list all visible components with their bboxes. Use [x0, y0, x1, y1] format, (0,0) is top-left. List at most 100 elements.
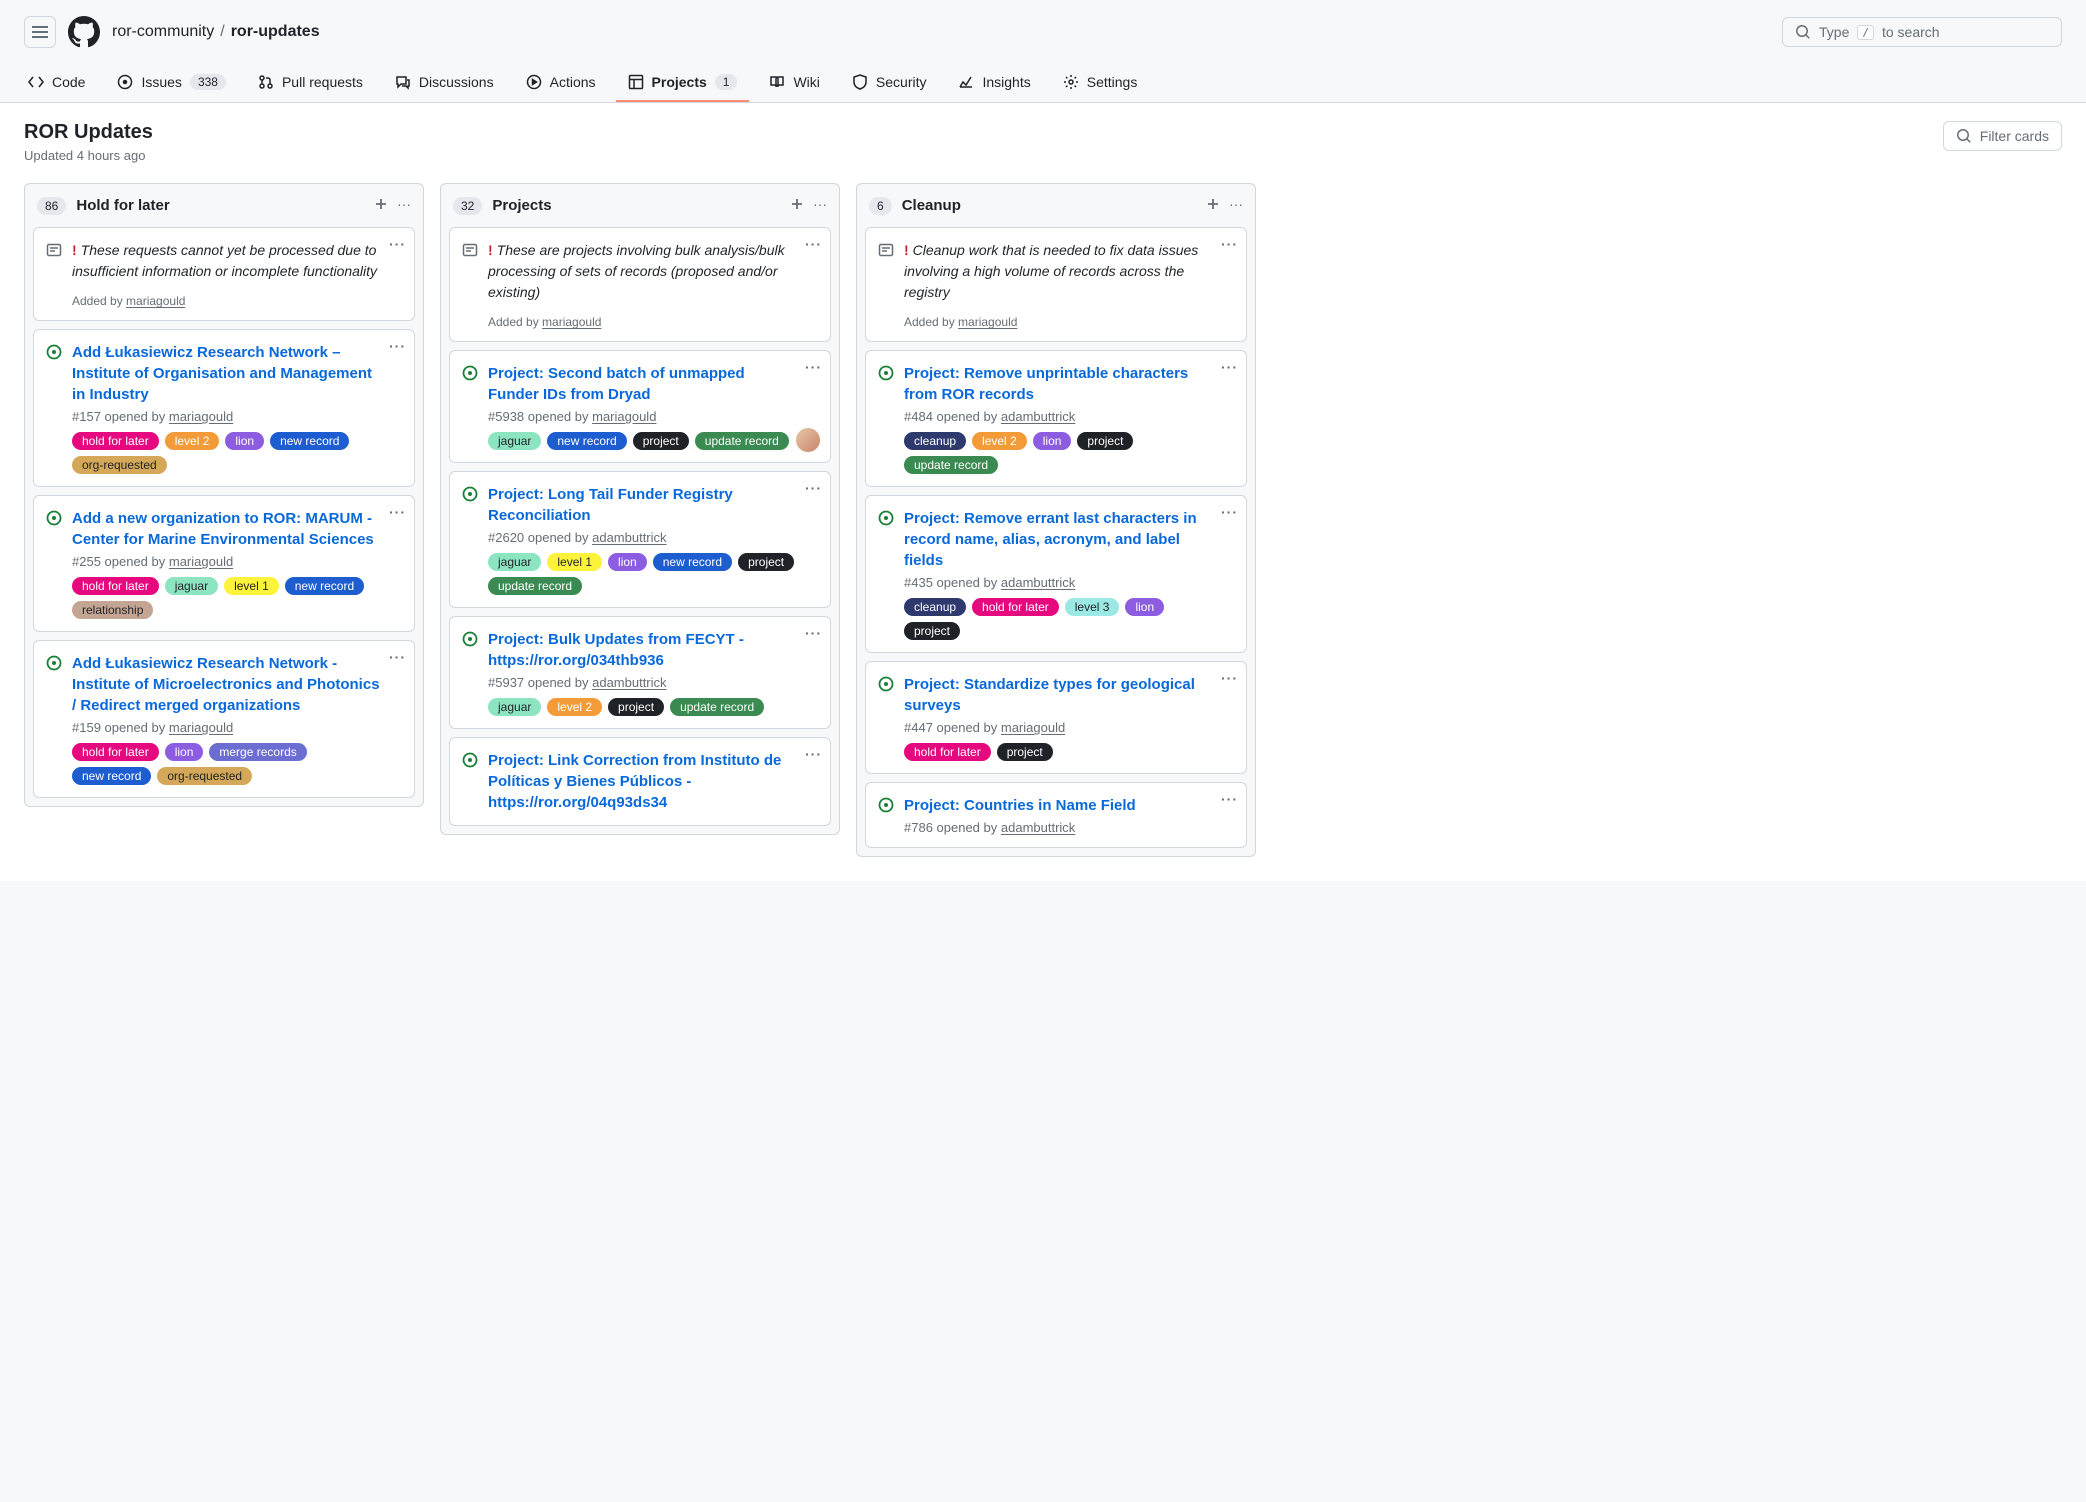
- label[interactable]: update record: [670, 698, 764, 716]
- add-card-button[interactable]: [1205, 196, 1221, 215]
- issue-title-link[interactable]: Project: Long Tail Funder Registry Recon…: [488, 486, 733, 524]
- tab-actions[interactable]: Actions: [514, 64, 608, 102]
- card-menu-button[interactable]: ···: [389, 236, 406, 252]
- column-menu-button[interactable]: ···: [1229, 196, 1243, 215]
- avatar[interactable]: [796, 428, 820, 452]
- label[interactable]: hold for later: [72, 432, 159, 450]
- label[interactable]: update record: [904, 456, 998, 474]
- label[interactable]: level 2: [972, 432, 1027, 450]
- label[interactable]: hold for later: [72, 577, 159, 595]
- breadcrumb-org[interactable]: ror-community: [112, 23, 214, 41]
- column-menu-button[interactable]: ···: [813, 196, 827, 215]
- label[interactable]: jaguar: [488, 553, 541, 571]
- search-input[interactable]: Type / to search: [1782, 17, 2062, 47]
- label[interactable]: level 2: [547, 698, 602, 716]
- github-logo-icon[interactable]: [68, 16, 100, 48]
- tab-discussions[interactable]: Discussions: [383, 64, 506, 102]
- issue-title-link[interactable]: Add a new organization to ROR: MARUM - C…: [72, 510, 374, 548]
- tab-pull-requests[interactable]: Pull requests: [246, 64, 375, 102]
- issue-title-link[interactable]: Project: Countries in Name Field: [904, 797, 1136, 814]
- issue-title-link[interactable]: Add Łukasiewicz Research Network - Insti…: [72, 655, 380, 714]
- label[interactable]: hold for later: [72, 743, 159, 761]
- label[interactable]: update record: [488, 577, 582, 595]
- issue-title-link[interactable]: Project: Remove errant last characters i…: [904, 510, 1197, 569]
- label[interactable]: jaguar: [165, 577, 218, 595]
- card-menu-button[interactable]: ···: [1221, 791, 1238, 807]
- card-menu-button[interactable]: ···: [1221, 359, 1238, 375]
- label[interactable]: new record: [72, 767, 151, 785]
- issue-author-link[interactable]: adambuttrick: [592, 675, 666, 690]
- hamburger-button[interactable]: [24, 16, 56, 48]
- label[interactable]: project: [997, 743, 1053, 761]
- breadcrumb-repo[interactable]: ror-updates: [231, 23, 320, 41]
- issue-title-link[interactable]: Project: Bulk Updates from FECYT - https…: [488, 631, 744, 669]
- card-menu-button[interactable]: ···: [805, 480, 822, 496]
- note-author-link[interactable]: mariagould: [542, 315, 601, 329]
- label[interactable]: new record: [547, 432, 626, 450]
- tab-wiki[interactable]: Wiki: [757, 64, 831, 102]
- label[interactable]: relationship: [72, 601, 153, 619]
- label[interactable]: lion: [165, 743, 204, 761]
- issue-author-link[interactable]: mariagould: [169, 409, 233, 424]
- tab-security[interactable]: Security: [840, 64, 939, 102]
- tab-projects[interactable]: Projects 1: [616, 64, 750, 102]
- label[interactable]: new record: [653, 553, 732, 571]
- card-menu-button[interactable]: ···: [805, 746, 822, 762]
- label[interactable]: cleanup: [904, 598, 966, 616]
- label[interactable]: hold for later: [904, 743, 991, 761]
- tab-issues[interactable]: Issues 338: [105, 64, 238, 102]
- label[interactable]: lion: [1125, 598, 1164, 616]
- label[interactable]: project: [633, 432, 689, 450]
- tab-settings[interactable]: Settings: [1051, 64, 1150, 102]
- issue-author-link[interactable]: adambuttrick: [1001, 409, 1075, 424]
- label[interactable]: level 1: [547, 553, 602, 571]
- card-menu-button[interactable]: ···: [389, 338, 406, 354]
- label[interactable]: update record: [695, 432, 789, 450]
- label[interactable]: level 1: [224, 577, 279, 595]
- label[interactable]: project: [738, 553, 794, 571]
- issue-title-link[interactable]: Project: Second batch of unmapped Funder…: [488, 365, 745, 403]
- label[interactable]: cleanup: [904, 432, 966, 450]
- add-card-button[interactable]: [789, 196, 805, 215]
- label[interactable]: org-requested: [72, 456, 167, 474]
- label[interactable]: hold for later: [972, 598, 1059, 616]
- label[interactable]: project: [1077, 432, 1133, 450]
- card-menu-button[interactable]: ···: [1221, 504, 1238, 520]
- issue-title-link[interactable]: Project: Standardize types for geologica…: [904, 676, 1195, 714]
- card-menu-button[interactable]: ···: [805, 625, 822, 641]
- tab-code[interactable]: Code: [16, 64, 97, 102]
- issue-author-link[interactable]: mariagould: [169, 720, 233, 735]
- label[interactable]: lion: [608, 553, 647, 571]
- column-menu-button[interactable]: ···: [397, 196, 411, 215]
- card-menu-button[interactable]: ···: [389, 504, 406, 520]
- note-author-link[interactable]: mariagould: [126, 294, 185, 308]
- card-menu-button[interactable]: ···: [1221, 670, 1238, 686]
- issue-author-link[interactable]: mariagould: [592, 409, 656, 424]
- issue-title-link[interactable]: Project: Link Correction from Instituto …: [488, 752, 781, 811]
- label[interactable]: org-requested: [157, 767, 252, 785]
- label[interactable]: project: [608, 698, 664, 716]
- tab-insights[interactable]: Insights: [946, 64, 1042, 102]
- label[interactable]: jaguar: [488, 432, 541, 450]
- issue-author-link[interactable]: mariagould: [1001, 720, 1065, 735]
- issue-author-link[interactable]: adambuttrick: [592, 530, 666, 545]
- note-author-link[interactable]: mariagould: [958, 315, 1017, 329]
- issue-author-link[interactable]: mariagould: [169, 554, 233, 569]
- issue-author-link[interactable]: adambuttrick: [1001, 575, 1075, 590]
- label[interactable]: lion: [225, 432, 264, 450]
- label[interactable]: merge records: [209, 743, 306, 761]
- card-menu-button[interactable]: ···: [805, 359, 822, 375]
- label[interactable]: level 3: [1065, 598, 1120, 616]
- issue-title-link[interactable]: Project: Remove unprintable characters f…: [904, 365, 1188, 403]
- label[interactable]: lion: [1033, 432, 1072, 450]
- label[interactable]: jaguar: [488, 698, 541, 716]
- issue-title-link[interactable]: Add Łukasiewicz Research Network – Insti…: [72, 344, 372, 403]
- card-menu-button[interactable]: ···: [805, 236, 822, 252]
- label[interactable]: new record: [270, 432, 349, 450]
- label[interactable]: level 2: [165, 432, 220, 450]
- add-card-button[interactable]: [373, 196, 389, 215]
- label[interactable]: project: [904, 622, 960, 640]
- issue-author-link[interactable]: adambuttrick: [1001, 820, 1075, 835]
- card-menu-button[interactable]: ···: [389, 649, 406, 665]
- card-menu-button[interactable]: ···: [1221, 236, 1238, 252]
